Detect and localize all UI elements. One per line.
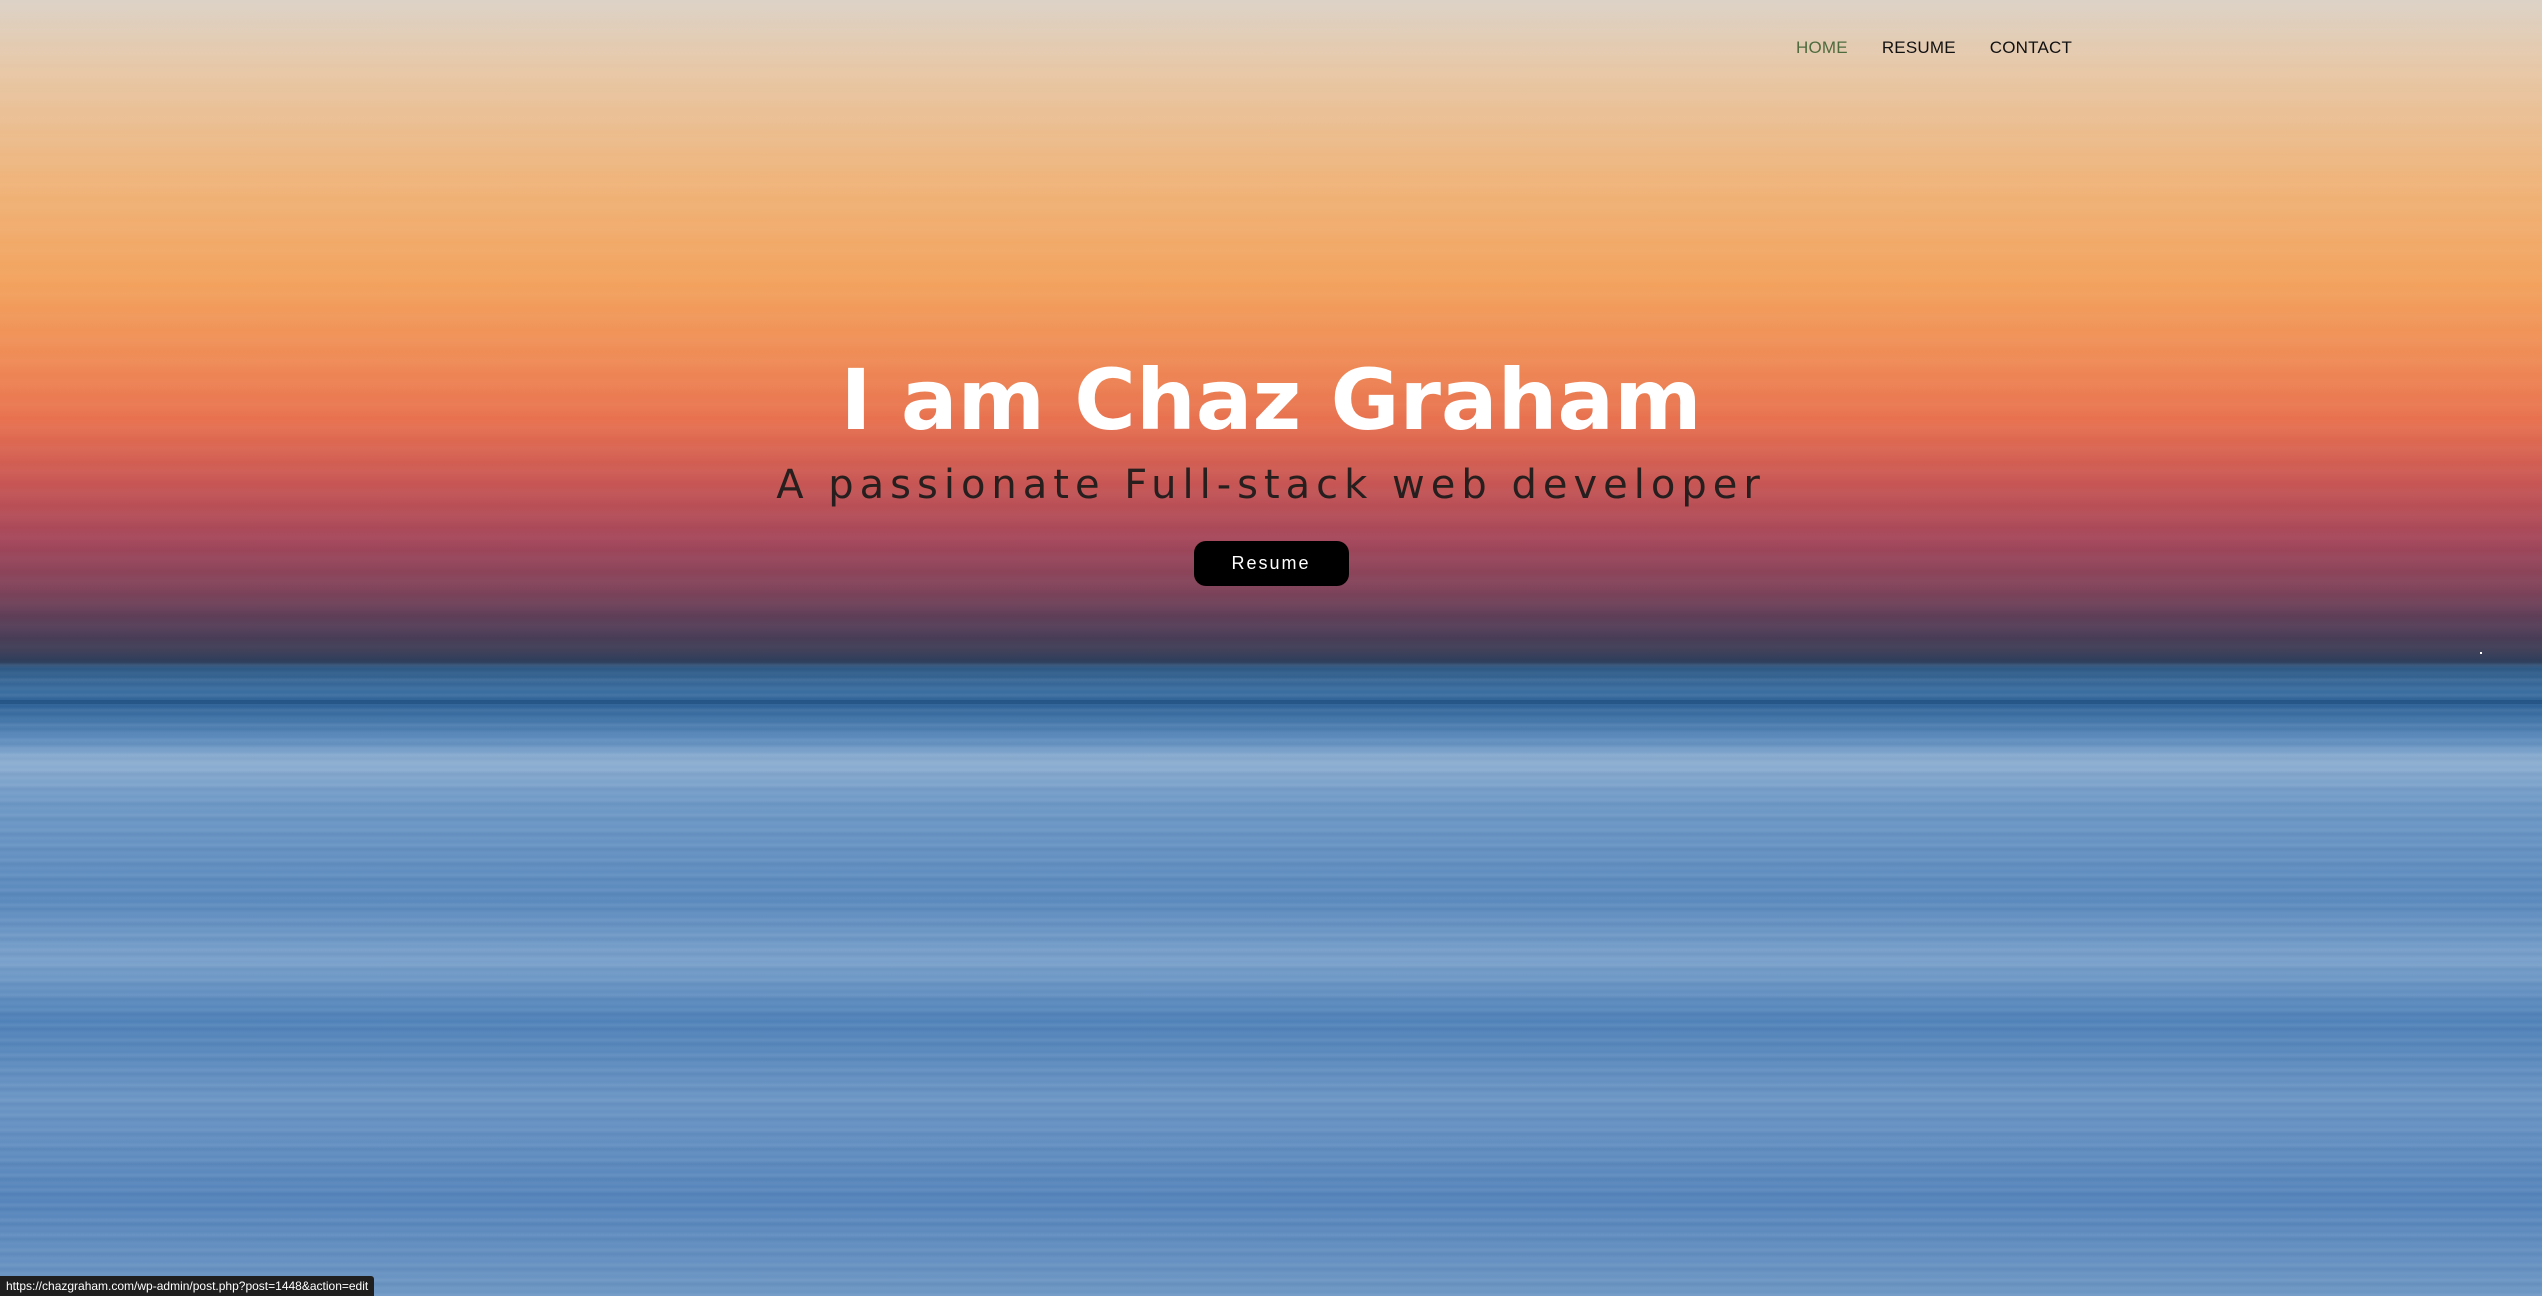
nav-home[interactable]: HOME bbox=[1796, 38, 1848, 58]
hero-subtitle: A passionate Full-stack web developer bbox=[776, 462, 1766, 508]
nav-contact[interactable]: CONTACT bbox=[1990, 38, 2072, 58]
horizon-speck bbox=[2480, 652, 2482, 654]
hero-title: I am Chaz Graham bbox=[840, 351, 1702, 449]
main-nav: HOME RESUME CONTACT bbox=[1796, 38, 2072, 58]
hero-background bbox=[0, 0, 2542, 1296]
status-bar-url: https://chazgraham.com/wp-admin/post.php… bbox=[0, 1276, 375, 1296]
hero-content: I am Chaz Graham A passionate Full-stack… bbox=[0, 345, 2542, 586]
nav-resume[interactable]: RESUME bbox=[1882, 38, 1956, 58]
resume-button[interactable]: Resume bbox=[1193, 541, 1349, 586]
water-texture bbox=[0, 662, 2542, 1296]
horizon-line bbox=[0, 700, 2542, 704]
